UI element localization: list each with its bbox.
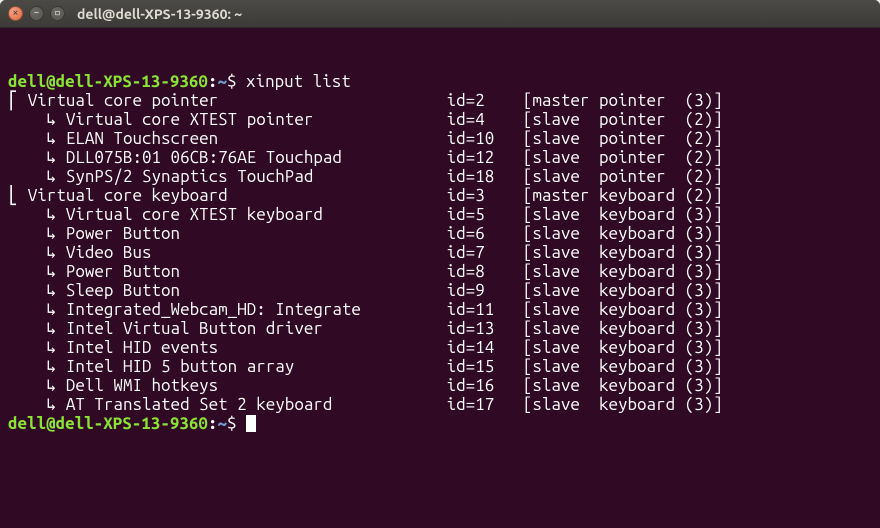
device-child-row: ↳ Video Bus id=7 [slave keyboard (3)] (8, 243, 872, 262)
device-child-row: ↳ AT Translated Set 2 keyboard id=17 [sl… (8, 395, 872, 414)
prompt-dollar: $ (227, 72, 237, 91)
terminal-body[interactable]: dell@dell-XPS-13-9360:~$ xinput list⎡ Vi… (0, 28, 880, 479)
prompt-line-1: dell@dell-XPS-13-9360:~$ xinput list (8, 72, 872, 91)
device-child-row: ↳ ELAN Touchscreen id=10 [slave pointer … (8, 129, 872, 148)
device-child-row: ↳ Power Button id=6 [slave keyboard (3)] (8, 224, 872, 243)
command-output: ⎡ Virtual core pointer id=2 [master poin… (8, 91, 872, 414)
device-child-row: ↳ Intel HID 5 button array id=15 [slave … (8, 357, 872, 376)
device-child-row: ↳ Virtual core XTEST pointer id=4 [slave… (8, 110, 872, 129)
close-icon[interactable]: × (8, 6, 23, 21)
titlebar: × – ▫ dell@dell-XPS-13-9360: ~ (0, 0, 880, 28)
prompt-user-host: dell@dell-XPS-13-9360 (8, 414, 208, 433)
minimize-icon[interactable]: – (29, 6, 44, 21)
device-child-row: ↳ Intel HID events id=14 [slave keyboard… (8, 338, 872, 357)
device-header-row: ⎣ Virtual core keyboard id=3 [master key… (8, 186, 872, 205)
terminal-window: × – ▫ dell@dell-XPS-13-9360: ~ dell@dell… (0, 0, 880, 528)
titlebar-buttons: × – ▫ (8, 6, 65, 21)
device-child-row: ↳ Power Button id=8 [slave keyboard (3)] (8, 262, 872, 281)
device-child-row: ↳ SynPS/2 Synaptics TouchPad id=18 [slav… (8, 167, 872, 186)
window-title: dell@dell-XPS-13-9360: ~ (77, 6, 242, 22)
device-child-row: ↳ DLL075B:01 06CB:76AE Touchpad id=12 [s… (8, 148, 872, 167)
maximize-icon[interactable]: ▫ (50, 6, 65, 21)
prompt-user-host: dell@dell-XPS-13-9360 (8, 72, 208, 91)
cursor (246, 415, 256, 432)
device-child-row: ↳ Dell WMI hotkeys id=16 [slave keyboard… (8, 376, 872, 395)
prompt-path: ~ (217, 72, 227, 91)
device-header-row: ⎡ Virtual core pointer id=2 [master poin… (8, 91, 872, 110)
command-text: xinput list (246, 72, 351, 91)
prompt-dollar: $ (227, 414, 237, 433)
device-child-row: ↳ Virtual core XTEST keyboard id=5 [slav… (8, 205, 872, 224)
device-child-row: ↳ Intel Virtual Button driver id=13 [sla… (8, 319, 872, 338)
prompt-path: ~ (217, 414, 227, 433)
device-child-row: ↳ Integrated_Webcam_HD: Integrate id=11 … (8, 300, 872, 319)
device-child-row: ↳ Sleep Button id=9 [slave keyboard (3)] (8, 281, 872, 300)
prompt-line-2: dell@dell-XPS-13-9360:~$ (8, 414, 872, 433)
